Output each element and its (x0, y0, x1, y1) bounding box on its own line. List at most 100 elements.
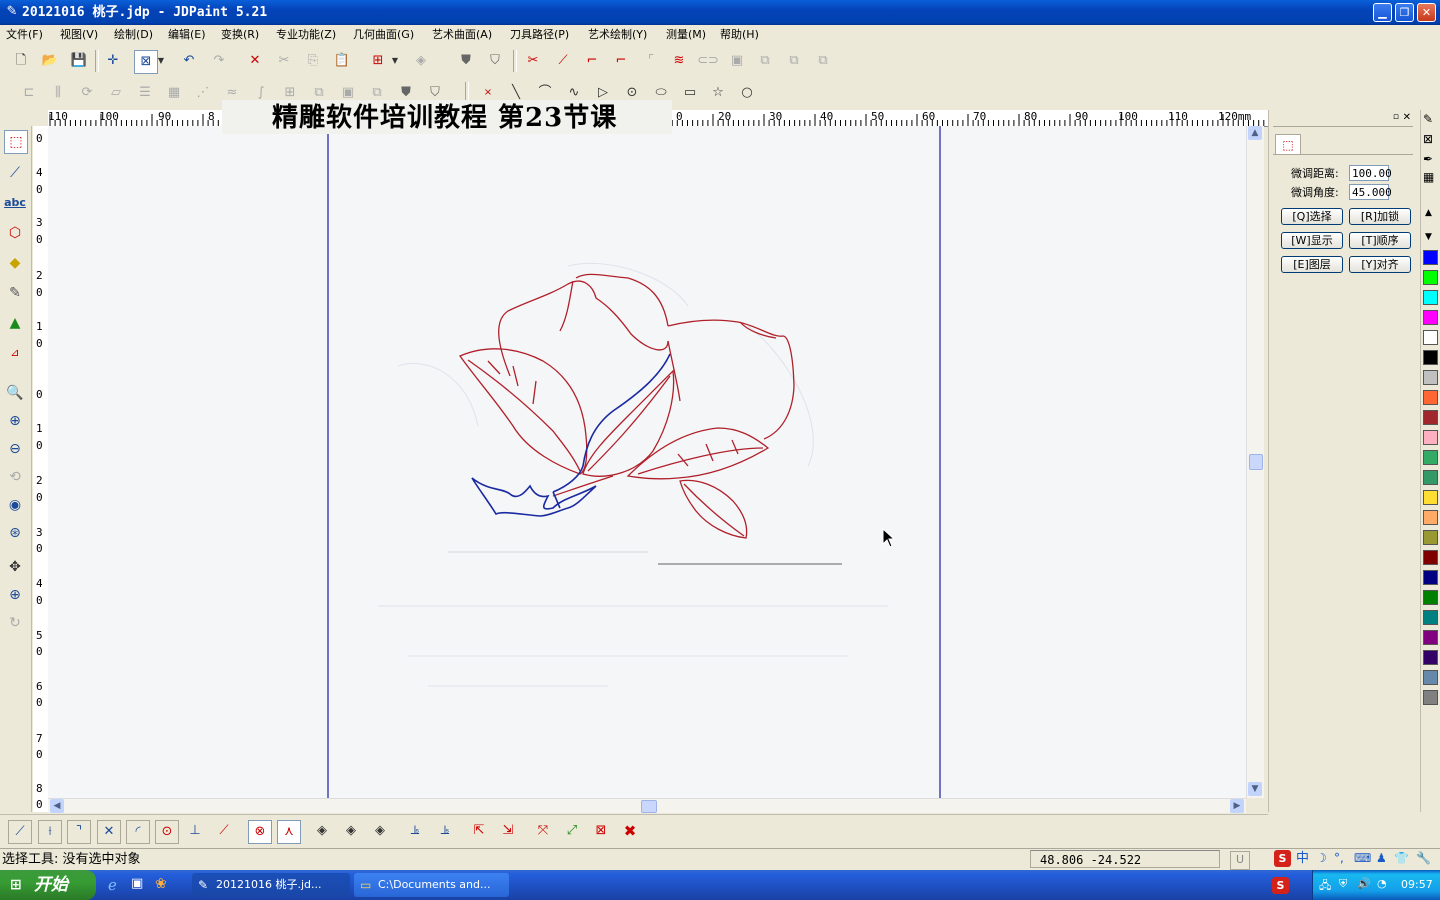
sogou-tray-icon[interactable]: S (1272, 877, 1289, 894)
lock-button[interactable]: [R]加锁 (1349, 208, 1411, 225)
snap-arc-icon[interactable]: ◜ (126, 820, 150, 844)
delete-all-icon[interactable]: ✖ (619, 820, 641, 842)
color-swatch[interactable] (1423, 430, 1438, 445)
zoom-out-icon[interactable]: ⊖ (4, 438, 26, 460)
snap-tangent-icon[interactable]: ⌝ (67, 820, 91, 844)
color-swatch[interactable] (1423, 630, 1438, 645)
select-button[interactable]: [Q]选择 (1281, 208, 1343, 225)
bucket-tool-icon[interactable]: ▲ (4, 312, 26, 334)
circle-icon[interactable]: ○ (736, 82, 758, 104)
skew-icon[interactable]: ▱ (105, 82, 127, 104)
menu-toolpath[interactable]: 刀具路径(P) (510, 28, 569, 42)
fill-tool-icon[interactable]: ◆ (4, 252, 26, 274)
volume-icon[interactable]: 🔊 (1357, 877, 1371, 890)
snap-center-icon[interactable]: ⊗ (248, 820, 272, 844)
shade-icon[interactable]: ⛊ (455, 50, 477, 72)
snap-nearest-icon[interactable]: ⟋ (213, 820, 235, 842)
pattern-icon[interactable]: ▦ (1423, 170, 1434, 184)
app-icon[interactable]: ✎ (4, 4, 20, 20)
color-swatch[interactable] (1423, 390, 1438, 405)
pen-tool-icon[interactable]: ✎ (4, 282, 26, 304)
extend-icon[interactable]: ⟋ (552, 50, 574, 72)
task-explorer[interactable]: ▭ C:\Documents and... (354, 873, 509, 897)
node-icon[interactable]: ⋰ (192, 82, 214, 104)
palette-down-icon[interactable]: ▼ (1425, 232, 1432, 242)
select-node-icon[interactable]: ⬚ (1275, 134, 1301, 155)
star-icon[interactable]: ☆ (707, 82, 729, 104)
color-swatch[interactable] (1423, 570, 1438, 585)
rectangle-icon[interactable]: ▭ (679, 82, 701, 104)
open-folder-icon[interactable]: 📂 (39, 50, 61, 72)
color-swatch[interactable] (1423, 250, 1438, 265)
select-tool-icon[interactable]: ⬚ (4, 130, 28, 154)
close-button[interactable]: ✕ (1417, 3, 1436, 22)
pen-color-icon[interactable]: ✎ (1423, 112, 1433, 126)
view-3d-icon[interactable]: ◈ (410, 50, 432, 72)
scroll-left-icon[interactable]: ◀ (50, 799, 64, 813)
menu-transform[interactable]: 变换(R) (221, 28, 259, 42)
select-arrow-icon[interactable]: ⇱ (468, 820, 490, 842)
crosshair-icon[interactable]: ✛ (102, 50, 124, 72)
deselect-arrow-icon[interactable]: ⇲ (497, 820, 519, 842)
color-swatch[interactable] (1423, 670, 1438, 685)
slot-icon[interactable]: ⊂⊃ (697, 50, 719, 72)
menu-file[interactable]: 文件(F) (6, 28, 43, 42)
stack-icon[interactable]: ☰ (134, 82, 156, 104)
menu-professional[interactable]: 专业功能(Z) (276, 28, 336, 42)
fillet-icon[interactable]: ⌜ (640, 50, 662, 72)
restore-button[interactable]: ❐ (1395, 3, 1414, 22)
punctuation-icon[interactable]: °, (1334, 850, 1344, 867)
panel-restore-icon[interactable]: ▫ (1393, 112, 1399, 122)
corner-icon[interactable]: ⌐ (581, 50, 603, 72)
color-swatch[interactable] (1423, 310, 1438, 325)
task-jdpaint[interactable]: ✎ 20121016 桃子.jd... (192, 873, 350, 897)
color-swatch[interactable] (1423, 470, 1438, 485)
show-button[interactable]: [W]显示 (1281, 232, 1343, 249)
diamond-grid-icon[interactable]: ◈ (340, 820, 362, 842)
layer-button[interactable]: [E]图层 (1281, 256, 1343, 273)
diamond-cross-icon[interactable]: ◈ (369, 820, 391, 842)
color-swatch[interactable] (1423, 370, 1438, 385)
zoom-select-icon[interactable]: ⊛ (4, 522, 26, 544)
measure-tool-icon[interactable]: ⊿ (4, 342, 26, 364)
new-file-icon[interactable]: 🗋 (10, 50, 32, 72)
undo-icon[interactable]: ↶ (178, 50, 200, 72)
chinese-mode-icon[interactable]: 中 (1296, 850, 1309, 867)
color-swatch[interactable] (1423, 350, 1438, 365)
array-icon[interactable]: ⧉ (754, 50, 776, 72)
grid-dropdown-icon[interactable]: ▼ (389, 50, 401, 72)
pan-icon[interactable]: ✥ (4, 556, 26, 578)
ie-icon[interactable]: ℯ (108, 876, 117, 894)
zoom-prev-icon[interactable]: ⟲ (4, 466, 26, 488)
color-swatch[interactable] (1423, 590, 1438, 605)
snap-midpoint-icon[interactable]: ⟊ (38, 820, 62, 844)
move-icon[interactable]: ⤢ (561, 820, 583, 842)
save-icon[interactable]: 💾 (68, 50, 90, 72)
color-swatch[interactable] (1423, 690, 1438, 705)
chamfer-icon[interactable]: ⌐ (610, 50, 632, 72)
settings-wrench-icon[interactable]: 🔧 (1416, 850, 1431, 867)
network-icon[interactable]: 🖧 (1319, 877, 1331, 896)
copy-icon[interactable]: ⎘ (302, 50, 324, 72)
paste-icon[interactable]: 📋 (331, 50, 353, 72)
fine-distance-input[interactable]: 100.00 (1349, 165, 1392, 181)
color-swatch[interactable] (1423, 650, 1438, 665)
color-swatch[interactable] (1423, 550, 1438, 565)
align-bottom-icon[interactable]: ⫡ (404, 820, 426, 842)
shade-solid-icon[interactable]: ⛉ (484, 50, 506, 72)
menu-view[interactable]: 视图(V) (60, 28, 98, 42)
diamond-icon[interactable]: ◈ (311, 820, 333, 842)
snap-perpendicular-icon[interactable]: ⊥ (184, 820, 206, 842)
rotate-icon[interactable]: ⟳ (76, 82, 98, 104)
color-swatch[interactable] (1423, 290, 1438, 305)
color-swatch[interactable] (1423, 330, 1438, 345)
color-swatch[interactable] (1423, 610, 1438, 625)
order-button[interactable]: [T]顺序 (1349, 232, 1411, 249)
vertical-scrollbar[interactable]: ▲ ▼ (1246, 126, 1264, 798)
color-swatch[interactable] (1423, 450, 1438, 465)
snap-angle-icon[interactable]: ⋏ (277, 820, 301, 844)
node-edit-icon[interactable]: ⟋ (4, 162, 26, 184)
skin-icon[interactable]: 👕 (1394, 850, 1409, 867)
color-swatch[interactable] (1423, 270, 1438, 285)
media-icon[interactable]: ❀ (155, 876, 167, 892)
